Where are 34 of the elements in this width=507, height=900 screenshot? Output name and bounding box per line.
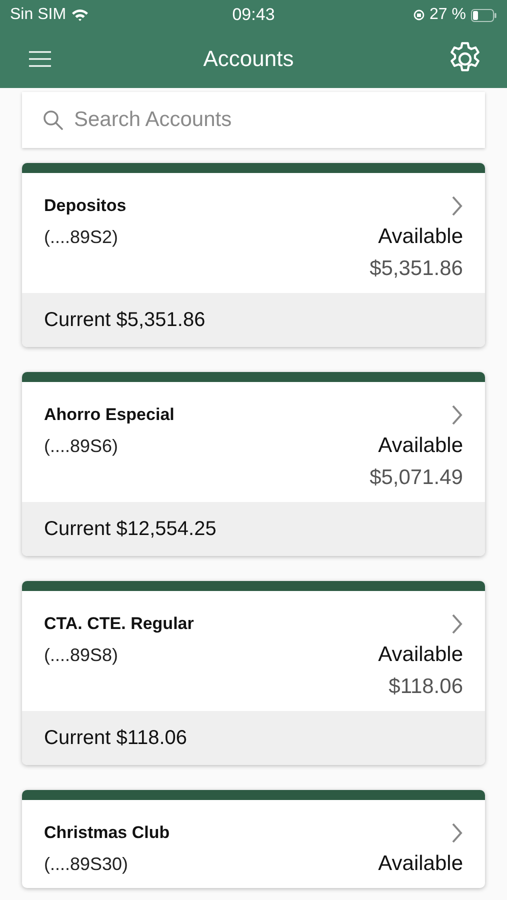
wifi-icon xyxy=(71,8,90,22)
account-name: CTA. CTE. Regular xyxy=(44,614,194,634)
account-card[interactable]: Ahorro Especial (....89S6) Available $5,071.49 Current $12,554.25 xyxy=(22,372,485,556)
available-amount: $5,351.86 xyxy=(368,257,463,281)
chevron-right-icon xyxy=(451,404,463,426)
available-label: Available xyxy=(378,225,463,249)
account-number: (....89S2) xyxy=(44,226,118,248)
account-number: (....89S30) xyxy=(44,854,128,874)
available-amount: $5,071.49 xyxy=(368,466,463,490)
chevron-right-icon xyxy=(451,613,463,635)
carrier-text: Sin SIM xyxy=(10,6,66,24)
account-name: Ahorro Especial xyxy=(44,405,174,425)
chevron-right-icon xyxy=(451,195,463,217)
account-name: Christmas Club xyxy=(44,823,170,843)
battery-icon xyxy=(471,8,497,22)
clock-text: 09:43 xyxy=(232,5,275,25)
account-card[interactable]: Christmas Club (....89S30) Available xyxy=(22,790,485,888)
battery-percent-text: 27 % xyxy=(430,6,466,24)
page-title: Accounts xyxy=(203,46,294,72)
current-balance: Current $5,351.86 xyxy=(22,293,485,347)
account-name: Depositos xyxy=(44,196,126,216)
available-label: Available xyxy=(378,643,463,667)
available-amount: $118.06 xyxy=(388,675,463,699)
current-balance: Current $12,554.25 xyxy=(22,502,485,556)
account-number: (....89S8) xyxy=(44,644,118,666)
chevron-right-icon xyxy=(451,822,463,844)
current-balance: Current $118.06 xyxy=(22,711,485,765)
account-card[interactable]: Depositos (....89S2) Available $5,351.86 Current $5,351.86 xyxy=(22,163,485,347)
account-number: (....89S6) xyxy=(44,436,118,456)
account-card[interactable]: CTA. CTE. Regular (....89S8) Available $118.06 Current $118.06 xyxy=(22,581,485,765)
available-label: Available xyxy=(378,434,463,458)
search-field[interactable]: Search Accounts xyxy=(22,92,485,148)
available-label: Available xyxy=(378,852,463,876)
menu-button[interactable] xyxy=(28,49,52,69)
